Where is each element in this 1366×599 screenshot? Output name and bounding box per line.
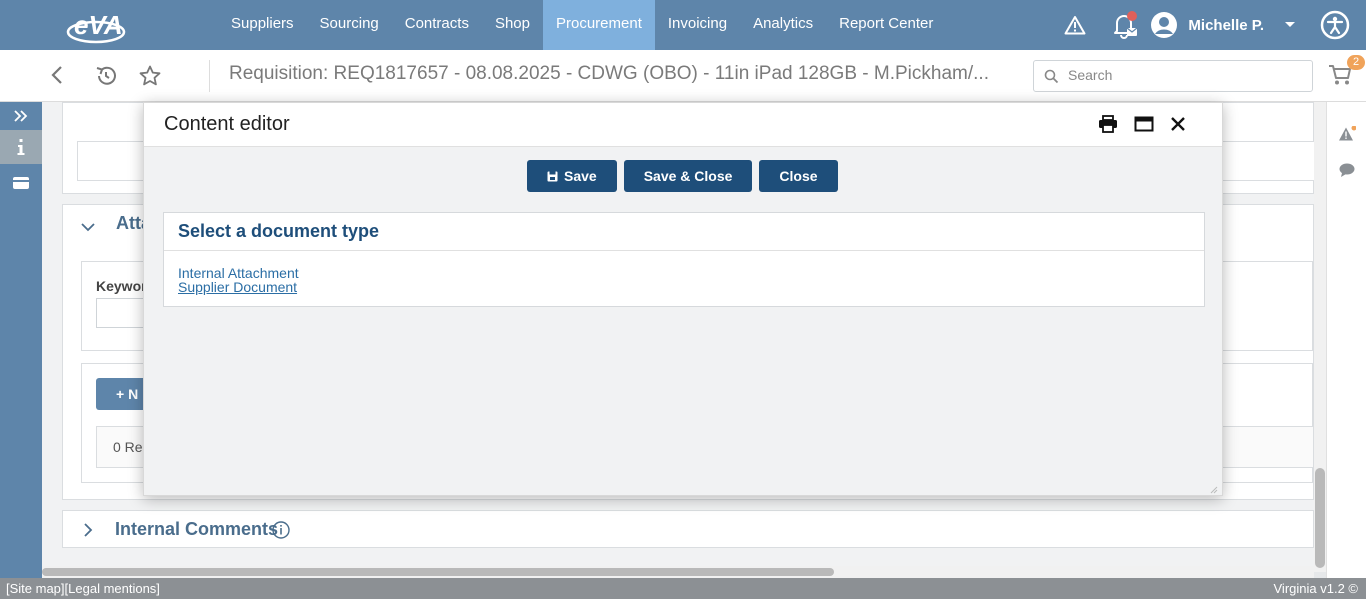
horizontal-scroll-thumb[interactable]: [42, 568, 834, 576]
floppy-disk-icon: [547, 171, 558, 182]
nav-item-report-center[interactable]: Report Center: [826, 0, 946, 50]
main-menu: Suppliers Sourcing Contracts Shop Procur…: [218, 0, 946, 50]
close-icon[interactable]: [1170, 116, 1186, 132]
shopping-cart-icon[interactable]: [1328, 64, 1352, 91]
footer-links: [Site map][Legal mentions]: [6, 581, 160, 596]
horizontal-scrollbar[interactable]: [42, 566, 1314, 578]
vertical-scrollbar[interactable]: [1314, 102, 1326, 572]
dialog-toolbar: Save Save & Close Close: [527, 160, 838, 192]
nav-item-invoicing[interactable]: Invoicing: [655, 0, 740, 50]
logo-text: eVA: [74, 10, 123, 40]
dialog-title: Content editor: [164, 113, 290, 135]
dialog-window-controls: [1098, 115, 1186, 133]
nav-item-analytics[interactable]: Analytics: [740, 0, 826, 50]
internal-comments-section[interactable]: Internal Comments: [62, 510, 1314, 548]
nav-item-contracts[interactable]: Contracts: [392, 0, 482, 50]
page-title: Requisition: REQ1817657 - 08.08.2025 - C…: [229, 63, 989, 84]
page-header-bar: Requisition: REQ1817657 - 08.08.2025 - C…: [0, 50, 1366, 102]
nav-item-procurement[interactable]: Procurement: [543, 0, 655, 50]
accessibility-icon[interactable]: [1320, 10, 1350, 40]
search-icon: [1044, 69, 1059, 89]
vertical-scroll-thumb[interactable]: [1315, 468, 1325, 568]
internal-comments-title[interactable]: Internal Comments: [115, 519, 278, 540]
warning-icon[interactable]: [1062, 12, 1088, 38]
avatar[interactable]: [1150, 11, 1178, 39]
eva-logo[interactable]: eVA: [66, 6, 132, 46]
save-and-close-button[interactable]: Save & Close: [623, 160, 753, 192]
header-divider: [209, 60, 210, 92]
notifications-bell-icon[interactable]: [1108, 10, 1140, 40]
history-icon[interactable]: [94, 64, 118, 93]
comment-icon[interactable]: [1338, 162, 1356, 183]
chevron-down-icon[interactable]: [81, 219, 95, 237]
favorite-star-icon[interactable]: [138, 64, 162, 93]
chevron-right-icon[interactable]: [83, 523, 93, 542]
chevron-down-icon[interactable]: [1284, 21, 1296, 29]
document-type-title: Select a document type: [178, 221, 380, 241]
user-name[interactable]: Michelle P.: [1188, 17, 1264, 34]
nav-right-tools: Michelle P.: [1062, 0, 1366, 50]
info-circle-icon[interactable]: [272, 521, 290, 544]
records-count: 0 Re: [113, 439, 143, 455]
alert-icon[interactable]: [1338, 125, 1357, 147]
site-map-link[interactable]: [Site map]: [6, 581, 65, 596]
resize-handle-icon[interactable]: [1208, 481, 1218, 494]
content-editor-dialog: Content editor Save Save & Close Close S…: [143, 102, 1223, 496]
info-icon[interactable]: [0, 130, 42, 164]
print-icon[interactable]: [1098, 115, 1118, 133]
right-sidebar: [1326, 102, 1366, 580]
legal-mentions-link[interactable]: [Legal mentions]: [65, 581, 160, 596]
back-arrow-icon[interactable]: [50, 64, 64, 91]
expand-sidebar-icon[interactable]: [0, 102, 42, 130]
card-icon[interactable]: [0, 166, 42, 200]
maximize-icon[interactable]: [1134, 116, 1154, 132]
left-sidebar: [0, 102, 42, 580]
nav-item-suppliers[interactable]: Suppliers: [218, 0, 307, 50]
save-button[interactable]: Save: [527, 160, 617, 192]
version-text: Virginia v1.2 ©: [1273, 581, 1359, 596]
footer: [Site map][Legal mentions] Virginia v1.2…: [0, 578, 1366, 599]
nav-item-shop[interactable]: Shop: [482, 0, 543, 50]
search-box[interactable]: [1033, 60, 1313, 92]
keyword-label: Keywor: [96, 278, 147, 294]
cart-count-badge: 2: [1347, 55, 1365, 70]
nav-item-sourcing[interactable]: Sourcing: [307, 0, 392, 50]
save-button-label: Save: [564, 168, 597, 184]
doc-type-supplier-document[interactable]: Supplier Document: [178, 279, 297, 295]
new-button-label: N: [128, 386, 139, 402]
document-type-panel: Select a document type Internal Attachme…: [163, 212, 1205, 307]
dialog-header: Content editor: [144, 103, 1222, 147]
top-navigation: eVA Suppliers Sourcing Contracts Shop Pr…: [0, 0, 1366, 50]
panel-divider: [164, 250, 1204, 251]
close-button[interactable]: Close: [759, 160, 838, 192]
search-input[interactable]: [1068, 67, 1298, 83]
